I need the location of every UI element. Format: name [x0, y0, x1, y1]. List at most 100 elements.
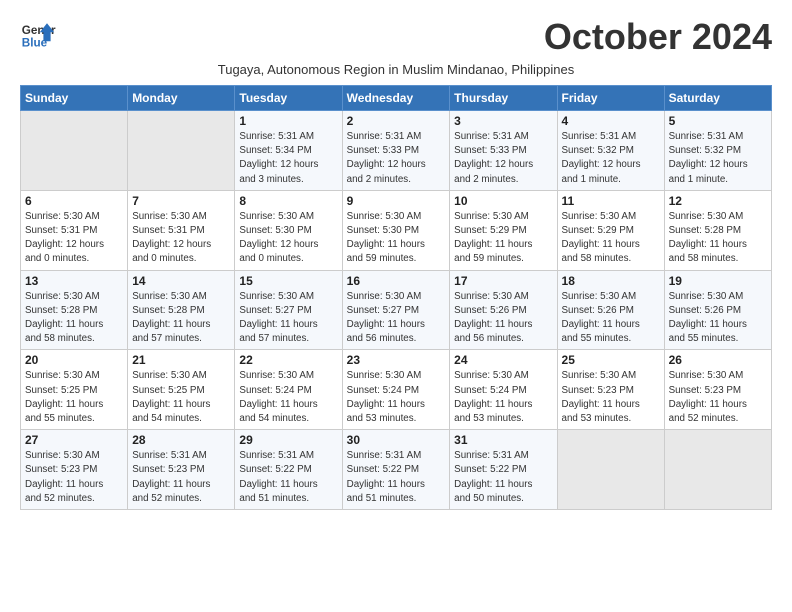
- day-number: 8: [239, 194, 337, 208]
- day-number: 21: [132, 353, 230, 367]
- day-number: 18: [562, 274, 660, 288]
- day-info: Sunrise: 5:30 AM Sunset: 5:24 PM Dayligh…: [239, 369, 337, 426]
- day-number: 22: [239, 353, 337, 367]
- logo-icon: General Blue: [20, 16, 56, 52]
- day-number: 13: [25, 274, 123, 288]
- day-cell: 21Sunrise: 5:30 AM Sunset: 5:25 PM Dayli…: [128, 350, 235, 430]
- day-cell: 18 Sunrise: 5:30 AM Sunset: 5:26 PM Dayli…: [557, 270, 664, 350]
- day-number: 3: [454, 114, 552, 128]
- day-number: 9: [347, 194, 446, 208]
- logo: General Blue: [20, 16, 56, 52]
- day-info: Sunrise: 5:30 AM Sunset: 5:27 PM Dayligh…: [239, 290, 337, 347]
- day-cell: 1Sunrise: 5:31 AM Sunset: 5:34 PM Daylig…: [235, 111, 342, 191]
- day-cell: 2Sunrise: 5:31 AM Sunset: 5:33 PM Daylig…: [342, 111, 450, 191]
- week-row-3: 13 Sunrise: 5:30 AM Sunset: 5:28 PM Dayli…: [21, 270, 772, 350]
- day-cell: 28 Sunrise: 5:31 AM Sunset: 5:23 PM Dayli…: [128, 430, 235, 510]
- day-info: Sunrise: 5:30 AM Sunset: 5:29 PM Dayligh…: [562, 210, 660, 267]
- day-info: Sunrise: 5:30 AM Sunset: 5:26 PM Dayligh…: [562, 290, 660, 347]
- day-info: Sunrise: 5:30 AM Sunset: 5:28 PM Dayligh…: [25, 290, 123, 347]
- day-cell: 16 Sunrise: 5:30 AM Sunset: 5:27 PM Dayli…: [342, 270, 450, 350]
- day-cell: 29 Sunrise: 5:31 AM Sunset: 5:22 PM Dayli…: [235, 430, 342, 510]
- day-info: Sunrise: 5:31 AM Sunset: 5:32 PM Dayligh…: [669, 130, 767, 187]
- col-header-wednesday: Wednesday: [342, 86, 450, 111]
- day-cell: 11 Sunrise: 5:30 AM Sunset: 5:29 PM Dayli…: [557, 190, 664, 270]
- col-header-saturday: Saturday: [664, 86, 771, 111]
- day-cell: 19 Sunrise: 5:30 AM Sunset: 5:26 PM Dayli…: [664, 270, 771, 350]
- day-cell: 22 Sunrise: 5:30 AM Sunset: 5:24 PM Dayli…: [235, 350, 342, 430]
- day-info: Sunrise: 5:31 AM Sunset: 5:33 PM Dayligh…: [454, 130, 552, 187]
- day-number: 23: [347, 353, 446, 367]
- col-header-tuesday: Tuesday: [235, 86, 342, 111]
- day-info: Sunrise: 5:30 AM Sunset: 5:31 PM Dayligh…: [132, 210, 230, 267]
- day-cell: 17Sunrise: 5:30 AM Sunset: 5:26 PM Dayli…: [450, 270, 557, 350]
- day-cell: 24 Sunrise: 5:30 AM Sunset: 5:24 PM Dayli…: [450, 350, 557, 430]
- day-cell: 9 Sunrise: 5:30 AM Sunset: 5:30 PM Daylig…: [342, 190, 450, 270]
- day-info: Sunrise: 5:31 AM Sunset: 5:33 PM Dayligh…: [347, 130, 446, 187]
- day-number: 6: [25, 194, 123, 208]
- day-cell: 5 Sunrise: 5:31 AM Sunset: 5:32 PM Daylig…: [664, 111, 771, 191]
- day-cell: [557, 430, 664, 510]
- day-number: 30: [347, 433, 446, 447]
- day-cell: 13 Sunrise: 5:30 AM Sunset: 5:28 PM Dayli…: [21, 270, 128, 350]
- day-info: Sunrise: 5:30 AM Sunset: 5:23 PM Dayligh…: [562, 369, 660, 426]
- day-cell: 31 Sunrise: 5:31 AM Sunset: 5:22 PM Dayli…: [450, 430, 557, 510]
- day-number: 27: [25, 433, 123, 447]
- col-header-monday: Monday: [128, 86, 235, 111]
- week-row-5: 27 Sunrise: 5:30 AM Sunset: 5:23 PM Dayli…: [21, 430, 772, 510]
- day-info: Sunrise: 5:31 AM Sunset: 5:22 PM Dayligh…: [239, 449, 337, 506]
- day-cell: 10 Sunrise: 5:30 AM Sunset: 5:29 PM Dayli…: [450, 190, 557, 270]
- day-number: 14: [132, 274, 230, 288]
- subtitle: Tugaya, Autonomous Region in Muslim Mind…: [20, 62, 772, 77]
- day-cell: [21, 111, 128, 191]
- day-number: 29: [239, 433, 337, 447]
- day-info: Sunrise: 5:30 AM Sunset: 5:27 PM Dayligh…: [347, 290, 446, 347]
- day-info: Sunrise: 5:30 AM Sunset: 5:31 PM Dayligh…: [25, 210, 123, 267]
- day-number: 28: [132, 433, 230, 447]
- day-cell: 7Sunrise: 5:30 AM Sunset: 5:31 PM Daylig…: [128, 190, 235, 270]
- day-info: Sunrise: 5:30 AM Sunset: 5:28 PM Dayligh…: [132, 290, 230, 347]
- day-info: Sunrise: 5:30 AM Sunset: 5:23 PM Dayligh…: [669, 369, 767, 426]
- day-info: Sunrise: 5:31 AM Sunset: 5:23 PM Dayligh…: [132, 449, 230, 506]
- day-number: 15: [239, 274, 337, 288]
- day-number: 10: [454, 194, 552, 208]
- day-number: 31: [454, 433, 552, 447]
- day-cell: 27 Sunrise: 5:30 AM Sunset: 5:23 PM Dayli…: [21, 430, 128, 510]
- month-title: October 2024: [544, 16, 772, 58]
- day-info: Sunrise: 5:30 AM Sunset: 5:24 PM Dayligh…: [454, 369, 552, 426]
- day-info: Sunrise: 5:30 AM Sunset: 5:29 PM Dayligh…: [454, 210, 552, 267]
- day-cell: 26Sunrise: 5:30 AM Sunset: 5:23 PM Dayli…: [664, 350, 771, 430]
- day-number: 4: [562, 114, 660, 128]
- day-info: Sunrise: 5:30 AM Sunset: 5:25 PM Dayligh…: [25, 369, 123, 426]
- day-number: 17: [454, 274, 552, 288]
- day-cell: 20 Sunrise: 5:30 AM Sunset: 5:25 PM Dayli…: [21, 350, 128, 430]
- week-row-1: 1Sunrise: 5:31 AM Sunset: 5:34 PM Daylig…: [21, 111, 772, 191]
- day-cell: 6 Sunrise: 5:30 AM Sunset: 5:31 PM Daylig…: [21, 190, 128, 270]
- day-number: 16: [347, 274, 446, 288]
- day-cell: 3 Sunrise: 5:31 AM Sunset: 5:33 PM Daylig…: [450, 111, 557, 191]
- day-number: 12: [669, 194, 767, 208]
- day-number: 19: [669, 274, 767, 288]
- day-info: Sunrise: 5:31 AM Sunset: 5:22 PM Dayligh…: [454, 449, 552, 506]
- day-info: Sunrise: 5:31 AM Sunset: 5:34 PM Dayligh…: [239, 130, 337, 187]
- day-number: 25: [562, 353, 660, 367]
- day-number: 24: [454, 353, 552, 367]
- week-row-2: 6 Sunrise: 5:30 AM Sunset: 5:31 PM Daylig…: [21, 190, 772, 270]
- calendar-table: SundayMondayTuesdayWednesdayThursdayFrid…: [20, 85, 772, 510]
- day-info: Sunrise: 5:30 AM Sunset: 5:26 PM Dayligh…: [669, 290, 767, 347]
- day-info: Sunrise: 5:30 AM Sunset: 5:30 PM Dayligh…: [347, 210, 446, 267]
- day-cell: 4 Sunrise: 5:31 AM Sunset: 5:32 PM Daylig…: [557, 111, 664, 191]
- day-cell: [664, 430, 771, 510]
- day-cell: 15 Sunrise: 5:30 AM Sunset: 5:27 PM Dayli…: [235, 270, 342, 350]
- day-cell: 25 Sunrise: 5:30 AM Sunset: 5:23 PM Dayli…: [557, 350, 664, 430]
- day-info: Sunrise: 5:30 AM Sunset: 5:30 PM Dayligh…: [239, 210, 337, 267]
- day-info: Sunrise: 5:30 AM Sunset: 5:23 PM Dayligh…: [25, 449, 123, 506]
- day-cell: 12Sunrise: 5:30 AM Sunset: 5:28 PM Dayli…: [664, 190, 771, 270]
- day-number: 11: [562, 194, 660, 208]
- day-number: 5: [669, 114, 767, 128]
- day-cell: 23Sunrise: 5:30 AM Sunset: 5:24 PM Dayli…: [342, 350, 450, 430]
- day-number: 20: [25, 353, 123, 367]
- day-info: Sunrise: 5:31 AM Sunset: 5:22 PM Dayligh…: [347, 449, 446, 506]
- day-cell: 30 Sunrise: 5:31 AM Sunset: 5:22 PM Dayli…: [342, 430, 450, 510]
- day-info: Sunrise: 5:31 AM Sunset: 5:32 PM Dayligh…: [562, 130, 660, 187]
- day-cell: [128, 111, 235, 191]
